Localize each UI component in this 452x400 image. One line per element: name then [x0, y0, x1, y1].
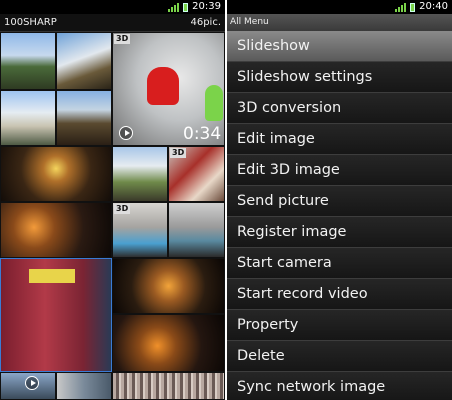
status-time: 20:40 [419, 1, 448, 12]
thumbnail[interactable] [112, 146, 168, 202]
status-time: 20:39 [192, 1, 221, 12]
menu-item-register-image[interactable]: Register image [227, 217, 452, 248]
android-figure-green [205, 85, 223, 121]
battery-icon [410, 2, 416, 12]
badge-3d: 3D [114, 204, 131, 214]
menu-item-start-record-video[interactable]: Start record video [227, 279, 452, 310]
badge-3d: 3D [170, 148, 187, 158]
thumbnail[interactable] [56, 32, 112, 90]
album-header: 100SHARP 46pic. [0, 14, 225, 32]
signal-icon [395, 2, 407, 12]
menu-item-delete[interactable]: Delete [227, 341, 452, 372]
menu-item-3d-conversion[interactable]: 3D conversion [227, 93, 452, 124]
android-figure-red [147, 67, 179, 105]
thumbnail-selected[interactable] [0, 258, 112, 372]
menu-item-edit-image[interactable]: Edit image [227, 124, 452, 155]
thumbnail[interactable] [112, 258, 225, 314]
play-icon[interactable] [119, 126, 133, 140]
badge-3d: 3D [114, 34, 131, 44]
thumbnail[interactable] [112, 372, 225, 400]
thumbnail[interactable] [0, 372, 56, 400]
storefront-sign [29, 269, 75, 283]
menu-item-start-camera[interactable]: Start camera [227, 248, 452, 279]
menu-item-slideshow-settings[interactable]: Slideshow settings [227, 62, 452, 93]
thumbnail[interactable] [56, 372, 112, 400]
battery-icon [183, 2, 189, 12]
menu-item-sync-network-image[interactable]: Sync network image [227, 372, 452, 400]
thumbnail[interactable] [112, 314, 225, 372]
picture-count: 46pic. [190, 17, 221, 28]
signal-icon [168, 2, 180, 12]
thumbnail[interactable] [0, 90, 56, 146]
album-name: 100SHARP [4, 17, 57, 28]
menu-header: All Menu [227, 14, 452, 31]
status-bar: 20:40 [227, 0, 452, 14]
menu-screen: 20:40 All Menu Slideshow Slideshow setti… [227, 0, 452, 400]
thumbnail[interactable] [56, 90, 112, 146]
thumbnail[interactable] [0, 202, 112, 258]
thumbnail[interactable] [0, 32, 56, 90]
gallery-screen: 20:39 100SHARP 46pic. 3D 0:34 3D 3D [0, 0, 225, 400]
menu-list: Slideshow Slideshow settings 3D conversi… [227, 31, 452, 400]
thumbnail[interactable]: 3D [168, 146, 225, 202]
video-duration: 0:34 [183, 124, 222, 144]
video-thumbnail[interactable]: 3D 0:34 [112, 32, 225, 146]
status-bar: 20:39 [0, 0, 225, 14]
menu-item-slideshow[interactable]: Slideshow [227, 31, 452, 62]
thumbnail-grid: 3D 0:34 3D 3D [0, 32, 225, 400]
play-icon[interactable] [25, 376, 39, 390]
menu-item-property[interactable]: Property [227, 310, 452, 341]
thumbnail[interactable] [168, 202, 225, 258]
menu-item-edit-3d-image[interactable]: Edit 3D image [227, 155, 452, 186]
thumbnail[interactable]: 3D [112, 202, 168, 258]
thumbnail[interactable] [0, 146, 112, 202]
menu-item-send-picture[interactable]: Send picture [227, 186, 452, 217]
